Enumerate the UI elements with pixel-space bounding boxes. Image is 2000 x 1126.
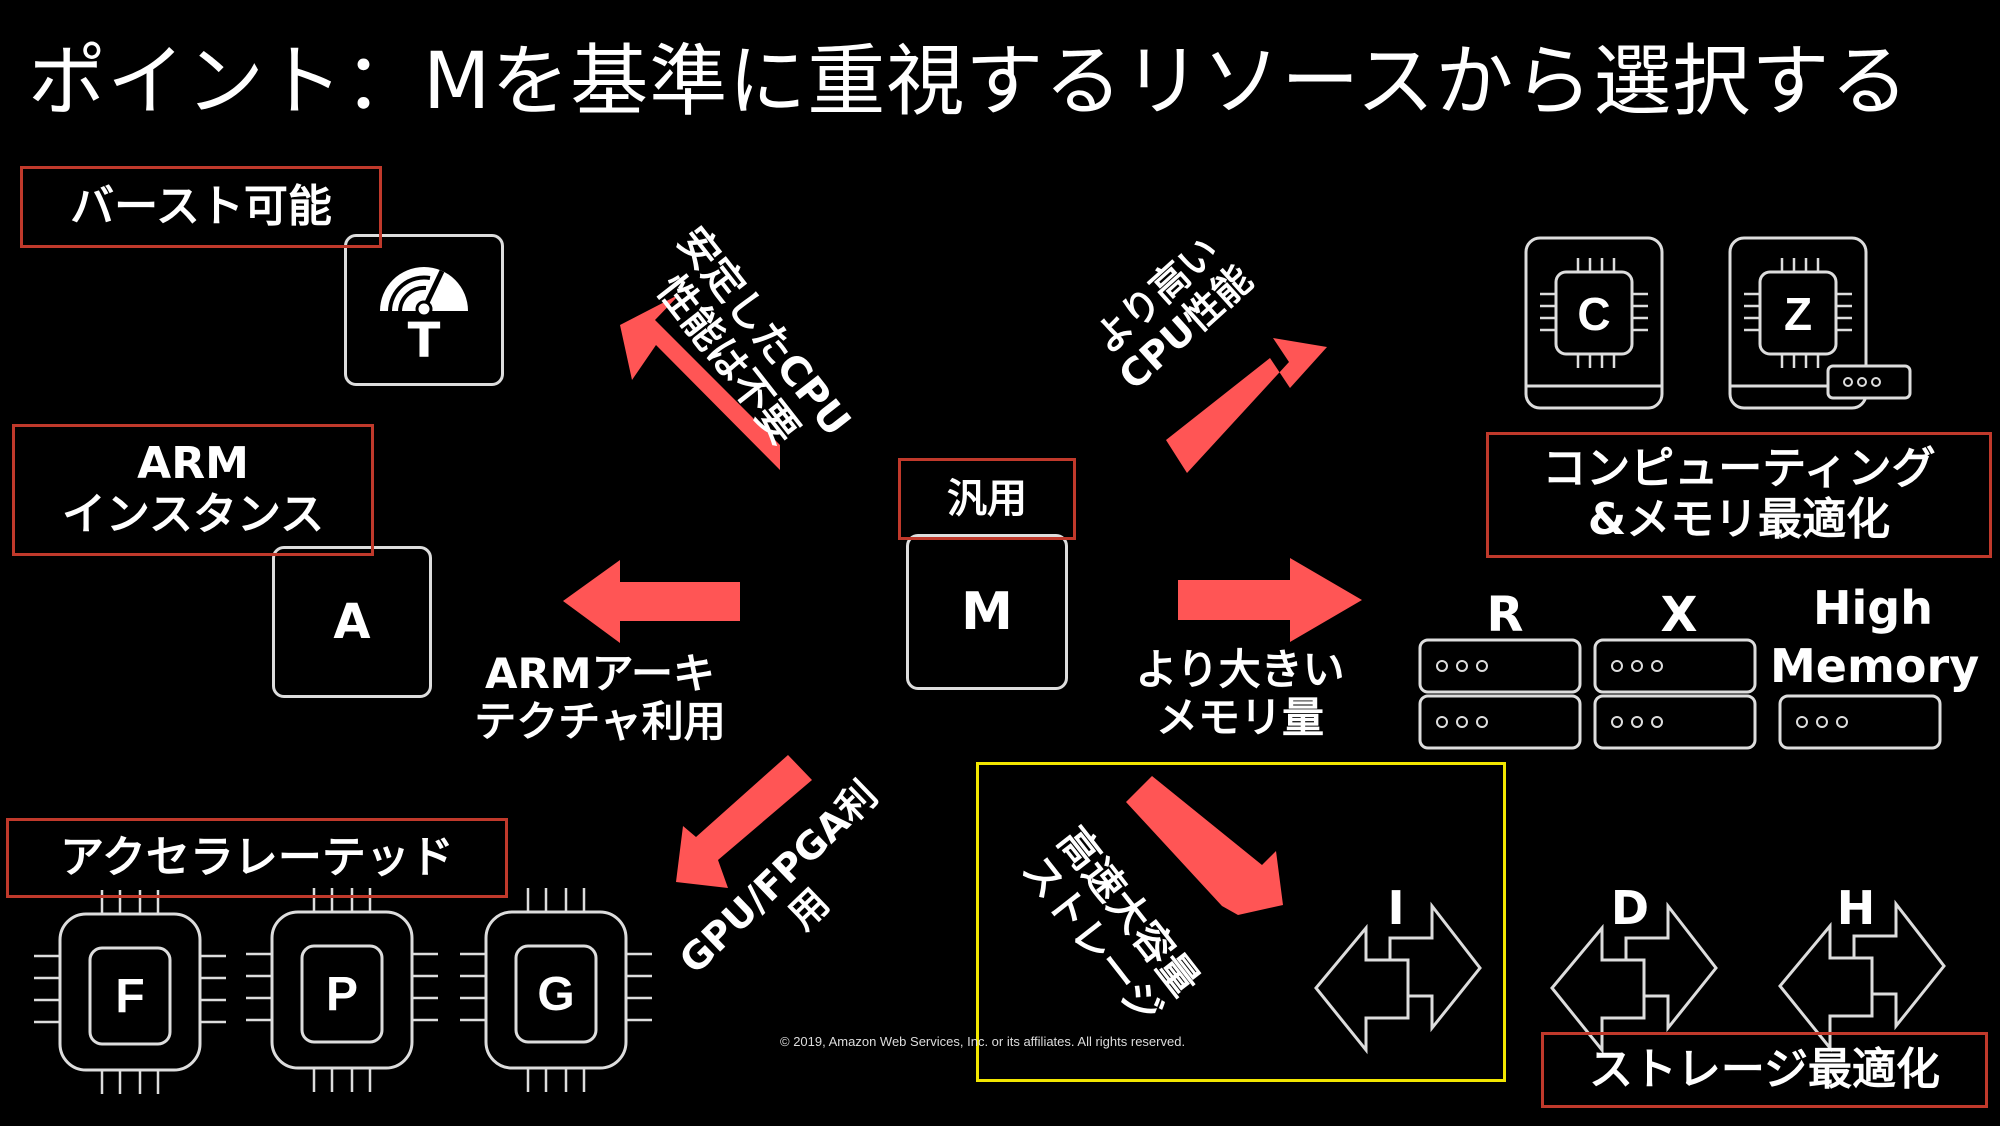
copyright-notice: © 2019, Amazon Web Services, Inc. or its…	[780, 1034, 1186, 1049]
accelerated-chip-f: F	[34, 890, 226, 1094]
high-memory-label: High Memory	[1770, 580, 1980, 695]
label-burstable-text: バースト可能	[70, 180, 332, 232]
high-memory-line2: Memory	[1770, 638, 1980, 693]
slide-title: ポイント：Mを基準に重視するリソースから選択する	[28, 37, 1910, 127]
arrow-label-right: より大きい メモリ量	[1100, 645, 1380, 743]
instance-letter-m: M	[961, 582, 1013, 642]
instance-card-m: M	[906, 534, 1068, 690]
compute-icon-z: Z	[1728, 236, 1912, 410]
memory-module-icon	[1826, 364, 1912, 400]
label-accelerated-text: アクセラレーテッド	[60, 831, 454, 883]
server-rack-icon-r	[1418, 638, 1582, 750]
arrow-left-shape	[563, 560, 740, 643]
speedometer-icon	[380, 267, 468, 318]
label-compute-line2: &メモリ最適化	[1587, 494, 1891, 545]
arrow-label-left-line1: ARMアーキ	[484, 649, 716, 698]
instance-letter-p: P	[326, 968, 358, 1021]
accelerated-chip-p: P	[246, 888, 438, 1092]
transfer-arrows-icon-d	[1550, 901, 1718, 1055]
instance-letter-r: R	[1486, 587, 1524, 643]
label-general-purpose: 汎用	[898, 458, 1076, 540]
accelerated-chip-g: G	[460, 888, 652, 1092]
label-accelerated: アクセラレーテッド	[6, 818, 508, 898]
server-rack-icon-high-memory	[1778, 694, 1942, 750]
label-arm-line1: ARM	[137, 438, 249, 490]
instance-letter-c: C	[1577, 288, 1610, 340]
label-arm-instance: ARM インスタンス	[12, 424, 374, 556]
high-memory-line1: High	[1813, 581, 1933, 635]
instance-letter-g: G	[537, 968, 574, 1021]
transfer-arrows-icon-i	[1314, 901, 1482, 1055]
arrow-label-up-left: 安定したCPU 性能は不要	[632, 219, 859, 474]
arrow-label-left: ARMアーキ テクチャ利用	[450, 649, 750, 747]
instance-letter-a: A	[333, 594, 371, 650]
label-storage-text: ストレージ最適化	[1588, 1043, 1941, 1095]
label-compute-memory-optimized: コンピューティング &メモリ最適化	[1486, 432, 1992, 558]
instance-letter-t: T	[407, 313, 441, 369]
arrow-right-shape	[1178, 558, 1362, 642]
instance-card-a: A	[272, 546, 432, 698]
arrow-label-right-line1: より大きい	[1135, 645, 1345, 694]
instance-letter-z: Z	[1784, 288, 1812, 340]
server-rack-icon-x	[1593, 638, 1757, 750]
label-general-purpose-text: 汎用	[947, 476, 1027, 522]
arrow-label-right-line2: メモリ量	[1155, 693, 1324, 743]
instance-letter-x: X	[1660, 587, 1698, 643]
instance-card-t: T	[344, 234, 504, 386]
arrow-label-left-line2: テクチャ利用	[474, 697, 726, 747]
label-arm-line2: インスタンス	[61, 489, 325, 540]
arrow-up-right-shape	[1166, 338, 1327, 473]
transfer-arrows-icon-h	[1778, 899, 1946, 1053]
instance-letter-f: F	[115, 970, 144, 1023]
arrow-label-up-right: より高い CPU性能	[1082, 225, 1261, 399]
compute-icon-c: C	[1524, 236, 1664, 410]
arrow-label-down-left: GPU/FPGA利 用	[671, 773, 917, 1014]
label-storage-optimized: ストレージ最適化	[1541, 1032, 1988, 1108]
label-compute-line1: コンピューティング	[1542, 443, 1936, 495]
label-burstable: バースト可能	[20, 166, 382, 248]
